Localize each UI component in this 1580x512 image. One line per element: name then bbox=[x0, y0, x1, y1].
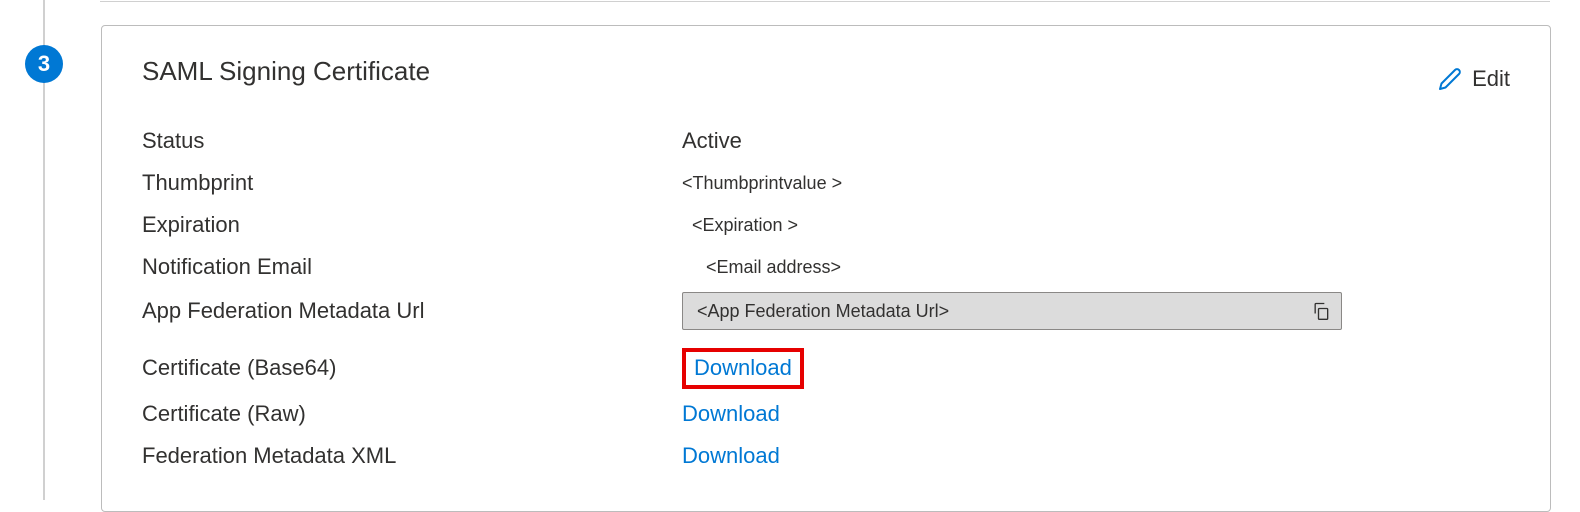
metadata-url-field bbox=[682, 292, 1342, 330]
notification-email-value: <Email address> bbox=[682, 257, 841, 278]
federation-xml-label: Federation Metadata XML bbox=[142, 443, 682, 469]
metadata-url-label: App Federation Metadata Url bbox=[142, 298, 682, 324]
federation-xml-row: Federation Metadata XML Download bbox=[142, 439, 1510, 473]
certificate-raw-label: Certificate (Raw) bbox=[142, 401, 682, 427]
panel-title: SAML Signing Certificate bbox=[142, 56, 430, 87]
certificate-base64-row: Certificate (Base64) Download bbox=[142, 348, 1510, 389]
step-number-badge: 3 bbox=[25, 45, 63, 83]
status-value: Active bbox=[682, 128, 742, 154]
thumbprint-row: Thumbprint <Thumbprintvalue > bbox=[142, 166, 1510, 200]
pencil-icon bbox=[1438, 67, 1462, 91]
expiration-value: <Expiration > bbox=[682, 215, 798, 236]
certificate-base64-download-link[interactable]: Download bbox=[682, 348, 804, 389]
notification-email-row: Notification Email <Email address> bbox=[142, 250, 1510, 284]
saml-signing-certificate-panel: SAML Signing Certificate Edit Status Act… bbox=[101, 25, 1551, 512]
step-container: 3 SAML Signing Certificate Edit Status A… bbox=[25, 25, 1551, 512]
expiration-label: Expiration bbox=[142, 212, 682, 238]
federation-xml-download-link[interactable]: Download bbox=[682, 443, 780, 469]
copy-icon[interactable] bbox=[1311, 301, 1331, 321]
certificate-raw-download-link[interactable]: Download bbox=[682, 401, 780, 427]
edit-label: Edit bbox=[1472, 66, 1510, 92]
thumbprint-label: Thumbprint bbox=[142, 170, 682, 196]
edit-button[interactable]: Edit bbox=[1438, 66, 1510, 92]
panel-top-divider bbox=[100, 0, 1550, 2]
metadata-url-input[interactable] bbox=[697, 301, 1311, 322]
metadata-url-row: App Federation Metadata Url bbox=[142, 292, 1510, 330]
certificate-raw-row: Certificate (Raw) Download bbox=[142, 397, 1510, 431]
notification-email-label: Notification Email bbox=[142, 254, 682, 280]
expiration-row: Expiration <Expiration > bbox=[142, 208, 1510, 242]
status-row: Status Active bbox=[142, 124, 1510, 158]
thumbprint-value: <Thumbprintvalue > bbox=[682, 173, 842, 194]
status-label: Status bbox=[142, 128, 682, 154]
step-number: 3 bbox=[38, 51, 50, 77]
panel-header: SAML Signing Certificate Edit bbox=[142, 56, 1510, 92]
certificate-base64-label: Certificate (Base64) bbox=[142, 355, 682, 381]
